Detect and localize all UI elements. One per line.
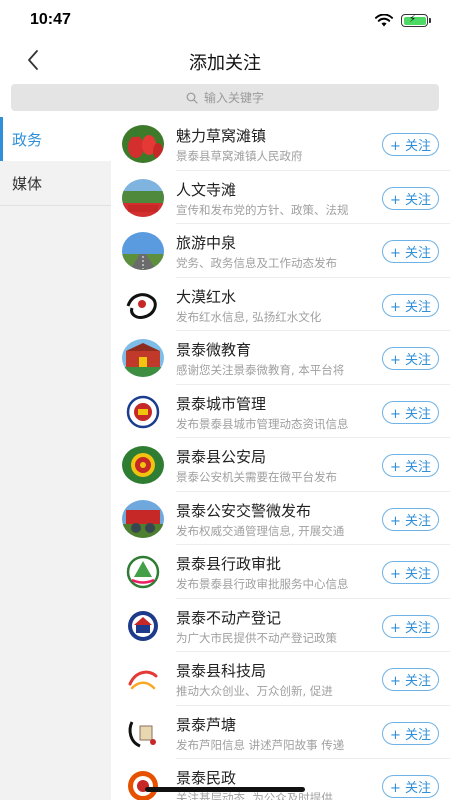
sidebar-item-media[interactable]: 媒体: [0, 161, 111, 205]
account-title: 景泰公安交警微发布: [176, 501, 312, 520]
account-title: 大漠红水: [176, 287, 237, 306]
follow-button[interactable]: + 关注: [382, 347, 439, 370]
account-description: 发布红水信息, 弘扬红水文化: [176, 309, 322, 324]
category-sidebar: 政务 媒体: [0, 117, 111, 800]
page-title: 添加关注: [189, 53, 261, 74]
list-item[interactable]: 景泰微教育 感谢您关注景泰微教育, 本平台将 + 关注: [122, 331, 450, 385]
account-title: 景泰微教育: [176, 341, 252, 359]
list-item[interactable]: 景泰公安交警微发布 发布权威交通管理信息, 开展交通 + 关注: [122, 492, 450, 545]
account-title: 景泰县公安局: [176, 448, 267, 466]
list-item[interactable]: 景泰民政 关注基层动态, 为公众及时提供 + 关注: [122, 759, 450, 800]
follow-button[interactable]: + 关注: [382, 507, 439, 531]
wifi-icon: [375, 14, 393, 27]
account-title: 景泰民政: [176, 769, 237, 787]
emblem-avatar-icon: [122, 392, 164, 431]
sidebar-item-label: 政务: [12, 130, 43, 149]
account-description: 宣传和发布党的方针、政策、法规: [176, 202, 349, 217]
account-list: 魅力草窝滩镇 景泰县草窝滩镇人民政府 + 关注 人文寺滩 宣传和发布党的方针、政…: [111, 117, 450, 800]
chili-pepper-avatar-icon: [122, 125, 164, 163]
account-description: 推动大众创业、万众创新, 促进: [176, 684, 333, 698]
list-item[interactable]: 景泰不动产登记 为广大市民提供不动产登记政策 + 关注: [122, 599, 450, 652]
follow-button[interactable]: + 关注: [382, 721, 439, 745]
list-item[interactable]: 景泰城市管理 发布景泰县城市管理动态资讯信息 + 关注: [122, 385, 450, 438]
road-landscape-avatar-icon: [122, 232, 164, 270]
search-bar[interactable]: 输入关键字: [11, 84, 439, 111]
traffic-police-avatar-icon: [122, 499, 164, 538]
sidebar-divider: [0, 205, 111, 206]
school-building-avatar-icon: [122, 339, 164, 377]
list-item[interactable]: 旅游中泉 党务、政务信息及工作动态发布 + 关注: [122, 224, 450, 278]
list-item[interactable]: 景泰县行政审批 发布景泰县行政审批服务中心信息 + 关注: [122, 545, 450, 599]
follow-button[interactable]: + 关注: [382, 668, 439, 691]
tech-bureau-logo-icon: [122, 660, 164, 698]
civil-affairs-logo-icon: [122, 767, 164, 800]
follow-button[interactable]: + 关注: [382, 133, 439, 156]
account-description: 景泰公安机关需要在微平台发布: [176, 470, 337, 484]
account-title: 景泰县行政审批: [176, 555, 282, 573]
account-title: 旅游中泉: [176, 234, 237, 252]
account-title: 景泰城市管理: [176, 394, 267, 413]
account-description: 发布景泰县行政审批服务中心信息: [176, 577, 349, 591]
home-indicator[interactable]: [145, 787, 305, 792]
landscape-banner-avatar-icon: [122, 178, 164, 217]
account-description: 发布芦阳信息 讲述芦阳故事 传递: [176, 737, 345, 752]
account-title: 魅力草窝滩镇: [176, 127, 267, 145]
list-item[interactable]: 人文寺滩 宣传和发布党的方针、政策、法规 + 关注: [122, 171, 450, 224]
follow-button[interactable]: + 关注: [382, 293, 439, 317]
list-item[interactable]: 景泰芦塘 发布芦阳信息 讲述芦阳故事 传递 + 关注: [122, 706, 450, 759]
list-item[interactable]: 景泰县科技局 推动大众创业、万众创新, 促进 + 关注: [122, 652, 450, 706]
account-description: 景泰县草窝滩镇人民政府: [176, 149, 303, 163]
follow-button[interactable]: + 关注: [382, 561, 439, 584]
account-description: 感谢您关注景泰微教育, 本平台将: [176, 363, 345, 377]
status-time: 10:47: [30, 11, 71, 28]
follow-button[interactable]: + 关注: [382, 454, 439, 477]
lutang-logo-icon: [122, 713, 164, 752]
account-title: 景泰芦塘: [176, 715, 237, 734]
status-bar: 10:47 ⚡: [0, 0, 450, 44]
list-item[interactable]: 大漠红水 发布红水信息, 弘扬红水文化 + 关注: [122, 278, 450, 331]
account-description: 发布景泰县城市管理动态资讯信息: [176, 416, 349, 431]
list-item[interactable]: 魅力草窝滩镇 景泰县草窝滩镇人民政府 + 关注: [122, 117, 450, 171]
nav-bar: 添加关注: [0, 44, 450, 78]
admin-approval-logo-icon: [122, 553, 164, 591]
status-icons: ⚡: [375, 14, 431, 27]
sidebar-item-label: 媒体: [12, 174, 43, 193]
sidebar-item-government[interactable]: 政务: [0, 117, 111, 161]
follow-button[interactable]: + 关注: [382, 614, 439, 638]
account-title: 人文寺滩: [176, 180, 237, 199]
list-item[interactable]: 景泰县公安局 景泰公安机关需要在微平台发布 + 关注: [122, 438, 450, 492]
calligraphy-avatar-icon: [122, 285, 164, 324]
account-description: 发布权威交通管理信息, 开展交通: [176, 523, 345, 538]
follow-button[interactable]: + 关注: [382, 400, 439, 424]
follow-button[interactable]: + 关注: [382, 186, 439, 210]
police-badge-avatar-icon: [122, 446, 164, 484]
follow-button[interactable]: + 关注: [382, 775, 439, 798]
follow-button[interactable]: + 关注: [382, 240, 439, 263]
account-description: 党务、政务信息及工作动态发布: [176, 256, 337, 270]
battery-icon: ⚡: [401, 14, 431, 27]
account-title: 景泰县科技局: [176, 662, 267, 680]
real-estate-logo-icon: [122, 606, 164, 645]
account-description: 为广大市民提供不动产登记政策: [176, 630, 337, 645]
account-title: 景泰不动产登记: [176, 608, 282, 627]
